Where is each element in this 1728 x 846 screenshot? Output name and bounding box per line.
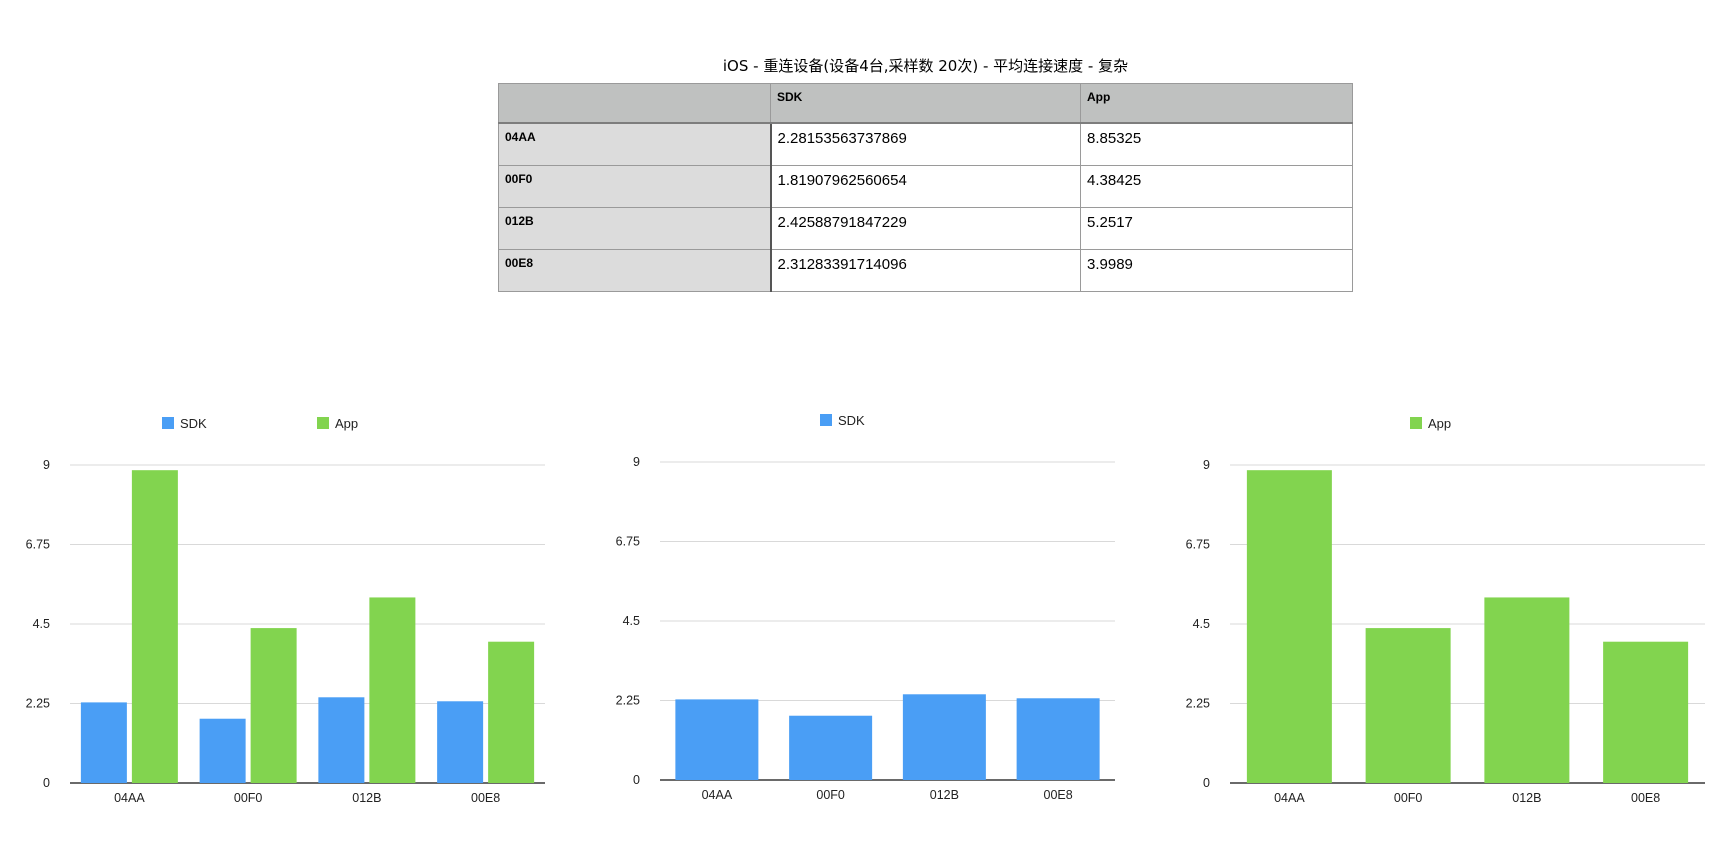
y-tick-label: 0 [1203, 776, 1210, 790]
table-header-corner [498, 83, 771, 124]
x-tick-label: 012B [352, 791, 381, 805]
table-row: 00F0 1.81907962560654 4.38425 [498, 165, 1353, 208]
sdk-cell: 2.42588791847229 [770, 207, 1081, 250]
x-tick-label: 00E8 [1631, 791, 1660, 805]
bar-sdk-012b [318, 697, 365, 783]
bar-app-04aa [1246, 470, 1332, 783]
table-title: iOS - 重连设备(设备4台,采样数 20次) - 平均连接速度 - 复杂 [722, 57, 1129, 75]
bar-app-00e8 [488, 641, 535, 783]
bar-app-00f0 [1365, 628, 1451, 783]
bar-app-04aa [131, 470, 178, 783]
y-tick-label: 9 [1203, 458, 1210, 472]
app-cell: 3.9989 [1080, 249, 1353, 292]
table-header-sdk: SDK [770, 83, 1081, 124]
bar-app-00e8 [1603, 641, 1689, 783]
sdk-bar-chart: SDK 0 2.25 4.5 6.75 9 04AA 00F0 012B 00E8 [616, 413, 1115, 802]
y-tick-label: 0 [633, 773, 640, 787]
table-row: 04AA 2.28153563737869 8.85325 [498, 122, 1353, 166]
y-tick-label: 6.75 [26, 538, 50, 552]
legend-label-sdk: SDK [838, 413, 865, 428]
row-label: 04AA [498, 122, 772, 166]
y-tick-label: 4.5 [33, 617, 50, 631]
bar-sdk-00e8 [437, 701, 484, 783]
table-row: 012B 2.42588791847229 5.2517 [498, 207, 1353, 250]
table-header-app: App [1080, 83, 1353, 124]
y-tick-label: 9 [43, 458, 50, 472]
table-row: 00E8 2.31283391714096 3.9989 [498, 249, 1353, 292]
app-cell: 5.2517 [1080, 207, 1353, 250]
x-tick-label: 00E8 [471, 791, 500, 805]
legend-label-app: App [335, 416, 358, 431]
legend-swatch-sdk [820, 414, 832, 426]
legend-swatch-sdk [162, 417, 174, 429]
bar-sdk-012b [902, 694, 986, 780]
legend-label-app: App [1428, 416, 1451, 431]
x-tick-label: 04AA [702, 788, 733, 802]
sdk-cell: 2.28153563737869 [770, 122, 1081, 166]
x-tick-label: 00F0 [234, 791, 263, 805]
y-tick-label: 6.75 [1186, 538, 1210, 552]
x-tick-label: 00F0 [816, 788, 845, 802]
sdk-cell: 1.81907962560654 [770, 165, 1081, 208]
table-header-row: SDK App [498, 83, 1353, 124]
bar-app-012b [369, 597, 416, 783]
combined-bar-chart: SDK App 0 2.25 4.5 6.75 9 04AA 00F0 012B 00E8 [26, 416, 545, 805]
y-tick-label: 4.5 [1193, 617, 1210, 631]
legend-swatch-app [1410, 417, 1422, 429]
x-tick-label: 04AA [1274, 791, 1305, 805]
y-tick-label: 2.25 [616, 694, 640, 708]
x-tick-label: 00E8 [1044, 788, 1073, 802]
x-tick-label: 012B [1512, 791, 1541, 805]
bar-sdk-04aa [80, 702, 127, 783]
bar-app-00f0 [250, 628, 297, 783]
row-label: 00E8 [498, 249, 772, 292]
y-tick-label: 2.25 [1186, 697, 1210, 711]
x-tick-label: 04AA [114, 791, 145, 805]
y-tick-label: 4.5 [623, 614, 640, 628]
data-table: SDK App 04AA 2.28153563737869 8.85325 00… [498, 83, 1353, 292]
y-tick-label: 0 [43, 776, 50, 790]
row-label: 012B [498, 207, 772, 250]
bar-sdk-04aa [675, 699, 759, 780]
legend-swatch-app [317, 417, 329, 429]
x-tick-label: 012B [930, 788, 959, 802]
y-tick-label: 9 [633, 455, 640, 469]
row-label: 00F0 [498, 165, 772, 208]
bar-app-012b [1484, 597, 1570, 783]
y-tick-label: 6.75 [616, 535, 640, 549]
app-bar-chart: App 0 2.25 4.5 6.75 9 04AA 00F0 012B 00E8 [1186, 416, 1705, 805]
bar-sdk-00e8 [1016, 698, 1100, 780]
legend-label-sdk: SDK [180, 416, 207, 431]
bar-sdk-00f0 [199, 718, 246, 783]
bar-sdk-00f0 [789, 715, 873, 780]
x-tick-label: 00F0 [1394, 791, 1423, 805]
sdk-cell: 2.31283391714096 [770, 249, 1081, 292]
app-cell: 4.38425 [1080, 165, 1353, 208]
y-tick-label: 2.25 [26, 697, 50, 711]
app-cell: 8.85325 [1080, 122, 1353, 166]
